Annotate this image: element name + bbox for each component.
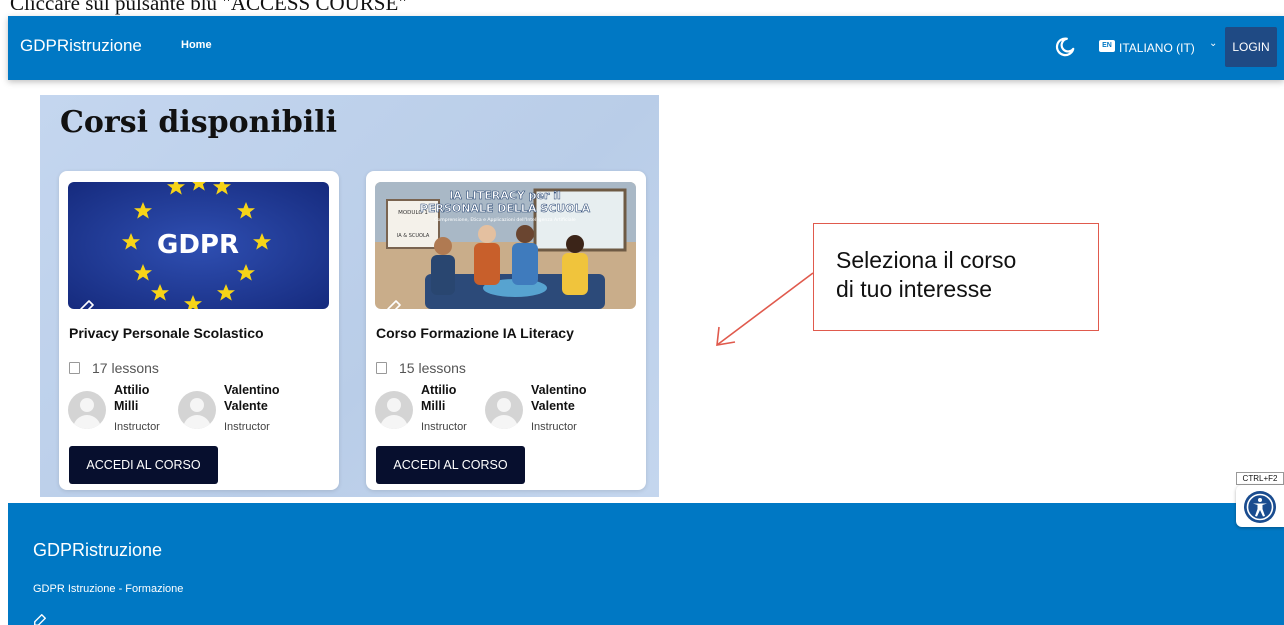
footer: GDPRistruzione GDPR Istruzione - Formazi… [8,503,1284,625]
instructor-first-name: Valentino [224,383,280,397]
course-card-privacy[interactable]: GDPR Privacy Personale Scolastico 17 les… [59,171,339,490]
brand-logo-text[interactable]: GDPRistruzione [20,36,142,56]
image-title-line1: IA LITERACY per il [449,189,561,202]
lesson-count: 15 lessons [376,360,466,376]
language-flag-icon[interactable]: EN [1099,40,1115,52]
instructor-role: Instructor [114,421,160,433]
avatar [485,391,523,429]
accessibility-icon [1244,491,1276,523]
image-subtitle: Comprensione, Etica e Applicazioni dell'… [434,217,576,223]
course-title[interactable]: Privacy Personale Scolastico [69,325,264,341]
accessibility-shortcut-label: CTRL+F2 [1236,472,1284,485]
footer-subtitle: GDPR Istruzione - Formazione [33,583,184,595]
ia-literacy-banner-image: MODULO 1 IA & SCUOLA IA LITERACY per il … [375,182,636,309]
page-title: Corsi disponibili [60,105,338,140]
avatar [178,391,216,429]
instruction-caption: Cliccare sul pulsante blu "ACCESS COURSE… [10,0,407,15]
instructor-valentino: Valentino Valente Instructor [178,383,288,433]
image-sign-ia-scuola: IA & SCUOLA [397,233,430,239]
course-card-ia-literacy[interactable]: MODULO 1 IA & SCUOLA IA LITERACY per il … [366,171,646,490]
courses-section: Corsi disponibili GDPR Privacy Personale… [40,95,659,497]
edit-icon[interactable] [386,299,402,309]
edit-icon[interactable] [79,299,95,309]
instructor-last-name: Milli [421,399,446,413]
instructor-role: Instructor [421,421,467,433]
instructor-attilio: Attilio Milli Instructor [375,383,485,433]
gdpr-image-text: GDPR [157,230,239,260]
lesson-count-text: 15 lessons [399,360,466,376]
footer-brand: GDPRistruzione [33,540,163,560]
page: Cliccare sul pulsante blu "ACCESS COURSE… [0,0,1284,625]
image-title-line2: PERSONALE DELLA SCUOLA [420,202,591,215]
course-image-ia-literacy[interactable]: MODULO 1 IA & SCUOLA IA LITERACY per il … [375,182,636,309]
language-selector[interactable]: ITALIANO (IT) [1119,41,1195,55]
chevron-down-icon[interactable]: ⌄ [1209,38,1217,49]
instructor-first-name: Attilio [421,383,457,397]
login-button[interactable]: LOGIN [1225,27,1277,67]
avatar [68,391,106,429]
access-course-button[interactable]: ACCEDI AL CORSO [69,446,218,484]
instructor-last-name: Valente [531,399,575,413]
instructor-first-name: Attilio [114,383,150,397]
course-title[interactable]: Corso Formazione IA Literacy [376,325,574,341]
gdpr-banner-image: GDPR [68,182,329,309]
edit-icon[interactable] [33,613,47,625]
avatar [375,391,413,429]
instructor-last-name: Milli [114,399,139,413]
instructor-role: Instructor [224,421,270,433]
moon-icon[interactable] [1054,36,1076,58]
annotation-text: Seleziona il corso di tuo interesse [836,247,1017,302]
lesson-count: 17 lessons [69,360,159,376]
nav-home-link[interactable]: Home [181,39,212,51]
lesson-count-text: 17 lessons [92,360,159,376]
instructor-valentino: Valentino Valente Instructor [485,383,595,433]
annotation-arrow-icon [716,272,814,346]
book-icon [376,362,387,374]
instructor-last-name: Valente [224,399,268,413]
course-image-gdpr[interactable]: GDPR [68,182,329,309]
annotation-callout: Seleziona il corso di tuo interesse [813,223,1099,331]
instructor-role: Instructor [531,421,577,433]
access-course-button[interactable]: ACCEDI AL CORSO [376,446,525,484]
accessibility-button[interactable] [1236,485,1284,527]
instructor-attilio: Attilio Milli Instructor [68,383,178,433]
top-navbar: GDPRistruzione Home EN ITALIANO (IT) ⌄ L… [8,16,1284,80]
book-icon [69,362,80,374]
instructor-first-name: Valentino [531,383,587,397]
